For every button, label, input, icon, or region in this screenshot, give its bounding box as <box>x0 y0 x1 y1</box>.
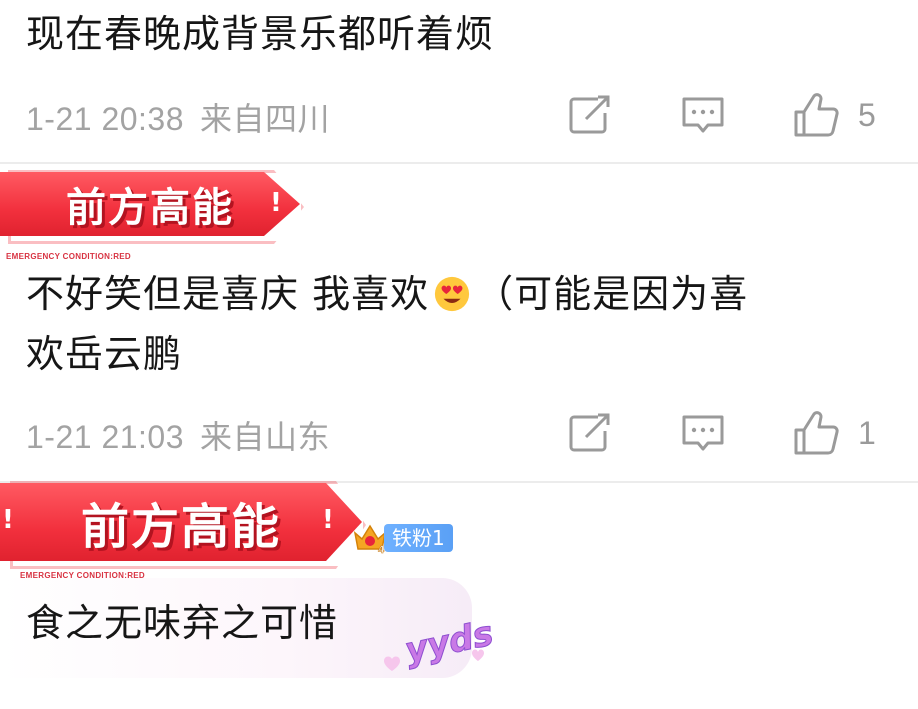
sticker-text: yyds <box>402 615 494 671</box>
heart-eyes-emoji <box>434 276 470 312</box>
comment-item: 前方高能 ! EMERGENCY CONDITION:RED 不好笑但是喜庆 我… <box>0 164 918 482</box>
comment-location: 来自山东 <box>200 419 331 455</box>
share-icon <box>569 95 610 134</box>
like-button[interactable]: 5 <box>792 90 876 140</box>
comment-button[interactable] <box>680 90 726 140</box>
comment-icon <box>682 97 724 133</box>
crown-icon: 4 <box>353 524 387 555</box>
comment-time: 1-21 21:03 <box>26 419 185 455</box>
comment-location: 来自四川 <box>200 101 331 137</box>
share-button[interactable] <box>568 90 612 140</box>
like-button[interactable]: 1 <box>792 408 876 458</box>
comment-item: 现在春晚成背景乐都听着烦 1-21 20:38 来自四川 5 <box>0 0 918 163</box>
share-button[interactable] <box>568 408 612 458</box>
banner-title: 前方高能 <box>66 185 234 231</box>
comment-time: 1-21 20:38 <box>26 101 185 137</box>
comment-icon <box>682 415 724 451</box>
banner-exclaim: ! <box>270 188 282 218</box>
share-icon <box>569 413 610 452</box>
banner-subtitle: EMERGENCY CONDITION:RED <box>20 571 145 580</box>
banner-title: 前方高能 <box>80 499 281 555</box>
comment-actions: 1 <box>558 408 918 458</box>
fan-badge-label: 铁粉1 <box>384 524 453 552</box>
banner-body: 前方高能 <box>0 172 300 236</box>
comment-text-part: （可能是因为喜 <box>475 272 749 316</box>
like-icon <box>794 411 839 455</box>
like-icon <box>794 93 839 137</box>
yyds-sticker-icon: yyds <box>384 615 494 672</box>
comment-item: 前方高能 ! ! EMERGENCY CONDITION:RED 4 铁粉1 食… <box>0 483 918 709</box>
comment-meta: 1-21 21:03 来自山东 <box>26 412 330 458</box>
banner-body: 前方高能 <box>0 483 362 561</box>
like-count: 5 <box>858 96 876 133</box>
banner-exclaim: ! <box>2 505 14 535</box>
comment-actions: 5 <box>558 90 918 140</box>
banner-subtitle: EMERGENCY CONDITION:RED <box>6 252 131 261</box>
fan-badge[interactable]: 4 铁粉1 <box>352 521 453 555</box>
comment-text-part: 不好笑但是喜庆 我喜欢 <box>26 272 430 316</box>
comment-text: 现在春晚成背景乐都听着烦 <box>26 12 495 56</box>
banner-exclaim: ! <box>322 505 334 535</box>
comment-text: 不好笑但是喜庆 我喜欢 （可能是因为喜 欢岳云鹏 <box>26 264 748 384</box>
comment-meta: 1-21 20:38 来自四川 <box>26 94 330 140</box>
comment-text: 食之无味弃之可惜 <box>26 601 339 645</box>
like-count: 1 <box>858 414 876 451</box>
comment-button[interactable] <box>680 408 726 458</box>
badge-banner: 前方高能 ! ! EMERGENCY CONDITION:RED <box>0 483 370 583</box>
badge-banner: 前方高能 ! EMERGENCY CONDITION:RED <box>0 172 310 264</box>
comment-text-line: 欢岳云鹏 <box>26 332 183 376</box>
